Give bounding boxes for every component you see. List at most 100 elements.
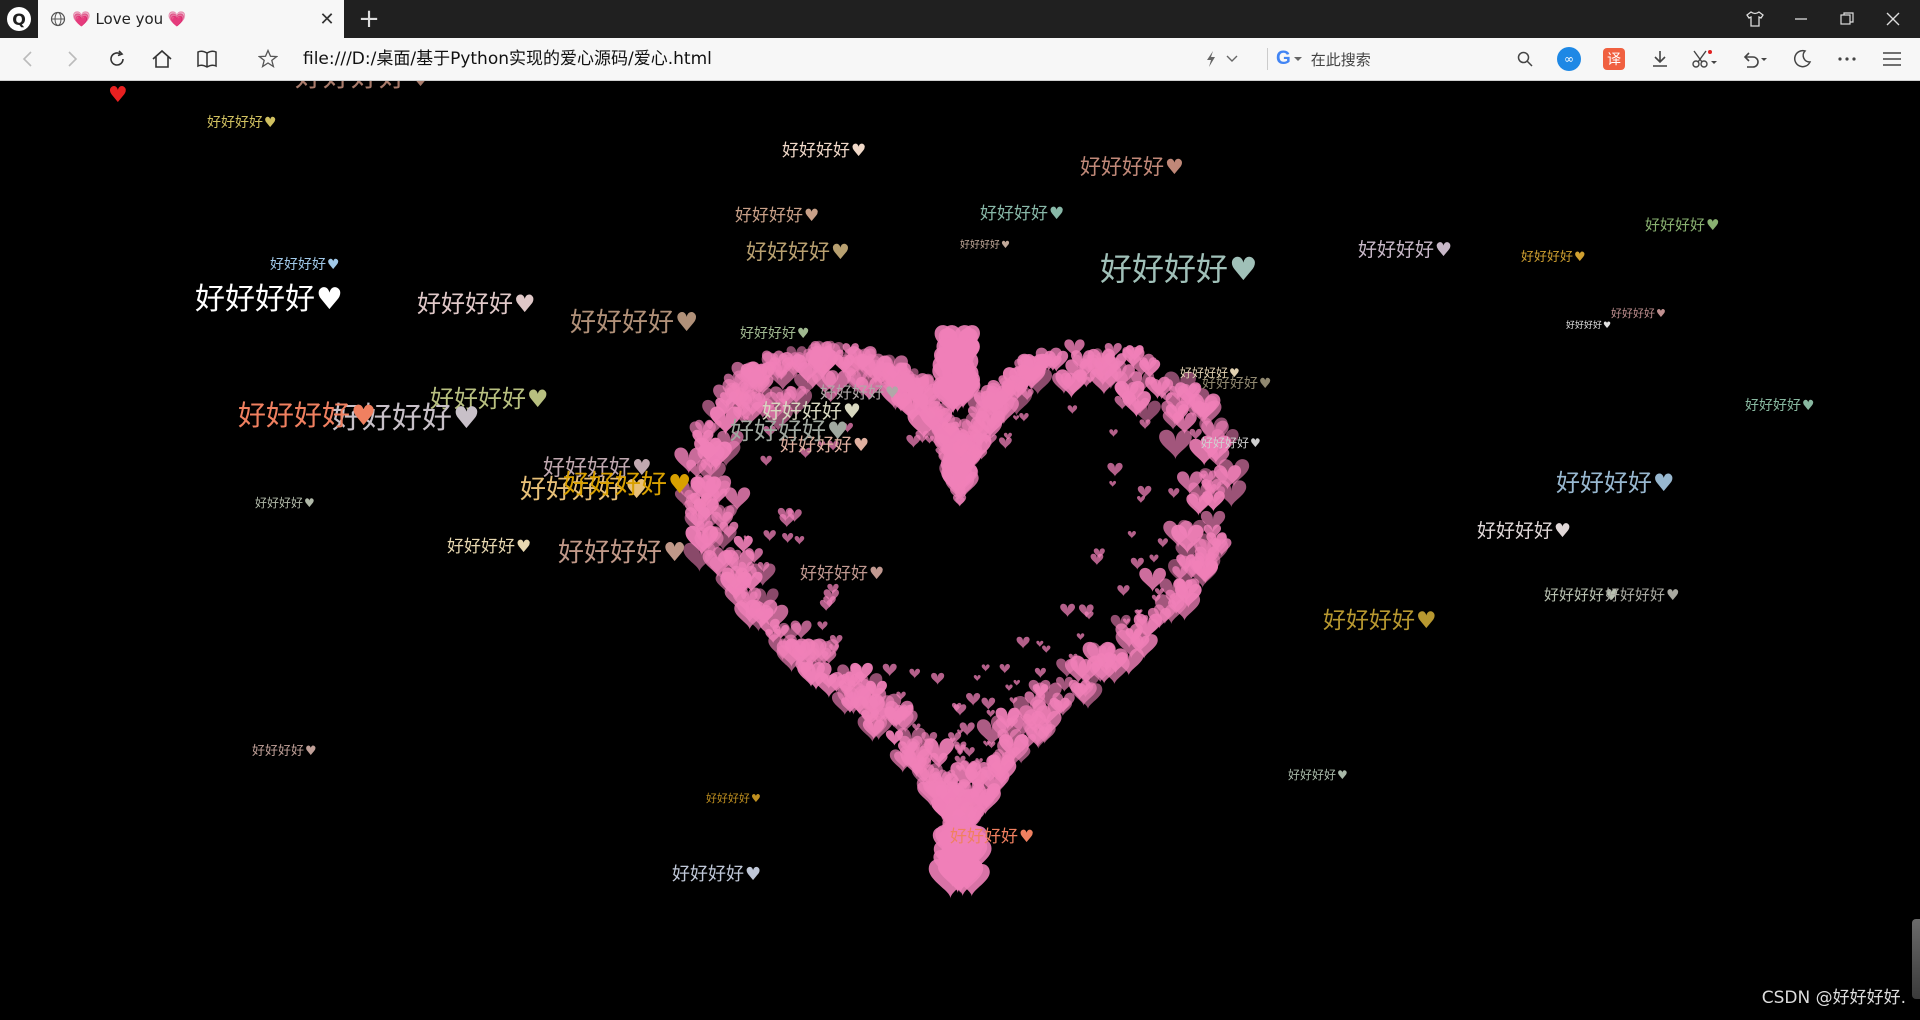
floating-love-text: 好好好好♥ xyxy=(238,402,376,430)
small-heart-icon: ♥ xyxy=(1666,586,1680,604)
floating-love-text: 好好好好♥ xyxy=(1080,157,1184,178)
url-text[interactable]: file:///D:/桌面/基于Python实现的爱心源码/爱心.html xyxy=(303,38,712,80)
scroll-indicator[interactable] xyxy=(1912,919,1920,999)
shirt-icon[interactable] xyxy=(1732,0,1778,38)
engine-dropdown-icon[interactable] xyxy=(1293,55,1303,63)
floating-love-text: 好好好好♥ xyxy=(417,292,536,316)
address-bar: file:///D:/桌面/基于Python实现的爱心源码/爱心.html G … xyxy=(0,38,1920,81)
small-heart-icon: ♥ xyxy=(668,470,692,500)
small-heart-icon: ♥ xyxy=(527,385,549,413)
floating-love-text: 好好好好♥ xyxy=(1645,218,1719,233)
floating-love-label: 好好好好 xyxy=(800,564,868,584)
floating-love-label: 好好好好 xyxy=(762,399,842,423)
small-heart-icon: ♥ xyxy=(1574,250,1586,265)
title-bar: Q 💗 Love you 💗 ✕ + xyxy=(0,0,1920,38)
back-icon[interactable] xyxy=(8,38,48,80)
small-heart-icon: ♥ xyxy=(751,792,761,805)
heart-particle xyxy=(1136,495,1145,504)
browser-logo-icon[interactable]: Q xyxy=(0,0,38,38)
new-tab-icon[interactable]: + xyxy=(354,4,384,34)
heart-particle xyxy=(760,455,772,467)
translate-icon[interactable]: 译 xyxy=(1594,38,1634,80)
heart-particle xyxy=(782,532,794,544)
small-heart-icon: ♥ xyxy=(1001,240,1010,251)
close-window-icon[interactable] xyxy=(1870,0,1916,38)
floating-love-text: 好好好好♥ xyxy=(1521,251,1586,264)
floating-love-text: 好好好好♥ xyxy=(1477,522,1571,541)
heart-particle xyxy=(1016,636,1030,649)
forward-icon[interactable] xyxy=(52,38,92,80)
floating-love-text: 好好好好♥ xyxy=(1611,308,1666,319)
tab-close-icon[interactable]: ✕ xyxy=(314,9,340,30)
heart-particle xyxy=(1036,640,1044,648)
heart-particle xyxy=(999,663,1010,674)
floating-love-text: 好好好好♥ xyxy=(1358,241,1452,260)
floating-love-label: 好好好好 xyxy=(295,81,407,93)
floating-love-label: 好好好好 xyxy=(1323,608,1415,634)
google-icon[interactable]: G xyxy=(1276,48,1291,70)
search-input[interactable]: 在此搜索 xyxy=(1311,49,1371,70)
floating-love-label: 好好好好 xyxy=(746,240,830,264)
floating-love-label: 好好好好 xyxy=(558,538,663,568)
small-heart-icon: ♥ xyxy=(408,81,433,93)
scissors-icon[interactable] xyxy=(1684,38,1724,80)
menu-icon[interactable] xyxy=(1872,38,1912,80)
floating-love-text: 好好好好♥ xyxy=(820,385,899,401)
floating-love-label: 好好好好 xyxy=(255,496,304,510)
home-icon[interactable] xyxy=(142,38,182,80)
floating-love-label: 好好好好 xyxy=(1477,520,1554,542)
small-heart-icon: ♥ xyxy=(1435,239,1453,261)
small-heart-icon: ♥ xyxy=(516,537,532,557)
restore-icon[interactable] xyxy=(1824,0,1870,38)
floating-love-text: 好好好好♥ xyxy=(950,829,1034,846)
heart-particle xyxy=(1034,667,1046,678)
heart-particle xyxy=(1005,684,1013,692)
dark-mode-icon[interactable] xyxy=(1782,38,1822,80)
heart-particle xyxy=(763,530,776,542)
bookmark-star-icon[interactable] xyxy=(248,38,288,80)
love-page-canvas: 好好好好♥ 好好好好♥ 好好好好♥ 好好好好♥ 好好好好♥ 好好好好♥ 好好好好♥ 好好好好♥… xyxy=(0,81,1920,1020)
floating-love-label: 好好好好 xyxy=(570,308,675,338)
floating-love-text: 好好好好♥ xyxy=(800,566,884,583)
download-icon[interactable] xyxy=(1640,38,1680,80)
floating-love-label: 好好好好 xyxy=(1288,768,1337,782)
small-heart-icon: ♥ xyxy=(1259,376,1272,392)
floating-love-text: 好好好好♥ xyxy=(1180,367,1240,379)
reload-icon[interactable] xyxy=(97,38,137,80)
heart-particle xyxy=(1013,415,1020,421)
small-heart-icon: ♥ xyxy=(851,141,867,161)
more-icon[interactable] xyxy=(1827,38,1867,80)
undo-icon[interactable] xyxy=(1734,38,1774,80)
heart-particle xyxy=(986,709,995,718)
heart-particle xyxy=(1149,554,1159,563)
small-heart-icon: ♥ xyxy=(885,383,900,402)
tab-active[interactable]: 💗 Love you 💗 ✕ xyxy=(38,0,344,38)
floating-love-text: 好好好好♥ xyxy=(1745,399,1815,413)
small-heart-icon: ♥ xyxy=(1416,608,1437,634)
small-heart-icon: ♥ xyxy=(1337,768,1348,782)
floating-love-text: 好好好好♥ xyxy=(1566,322,1611,331)
heart-particle xyxy=(1117,585,1130,597)
floating-love-text: 好好好好♥ xyxy=(207,116,277,130)
reader-icon[interactable] xyxy=(187,38,227,80)
floating-love-label: 好好好好 xyxy=(782,141,850,161)
floating-love-text: 好好好好♥ xyxy=(672,866,761,884)
floating-love-label: 好好好好 xyxy=(1611,307,1655,320)
floating-love-text: 好好好好♥ xyxy=(295,81,433,91)
search-engine-box[interactable]: G 在此搜索 xyxy=(1276,38,1371,80)
floating-love-label: 好好好好 xyxy=(706,792,750,805)
floating-love-text: 好好好好♥ xyxy=(270,258,340,272)
floating-love-text: 好好好好♥ xyxy=(252,745,317,758)
extension-icon[interactable]: ∞ xyxy=(1549,38,1589,80)
search-icon[interactable] xyxy=(1505,38,1545,80)
chevron-down-icon[interactable] xyxy=(1221,38,1243,80)
minimize-icon[interactable] xyxy=(1778,0,1824,38)
red-heart-icon: ♥ xyxy=(108,83,128,108)
small-heart-icon: ♥ xyxy=(797,326,810,342)
heart-particle xyxy=(1109,480,1117,487)
floating-love-text: 好好好好♥ xyxy=(570,310,698,336)
floating-love-text: 好好好好♥ xyxy=(762,401,861,421)
floating-love-label: 好好好好 xyxy=(1080,155,1164,179)
floating-love-label: 好好好好 xyxy=(1201,436,1250,450)
heart-particle xyxy=(931,672,945,685)
